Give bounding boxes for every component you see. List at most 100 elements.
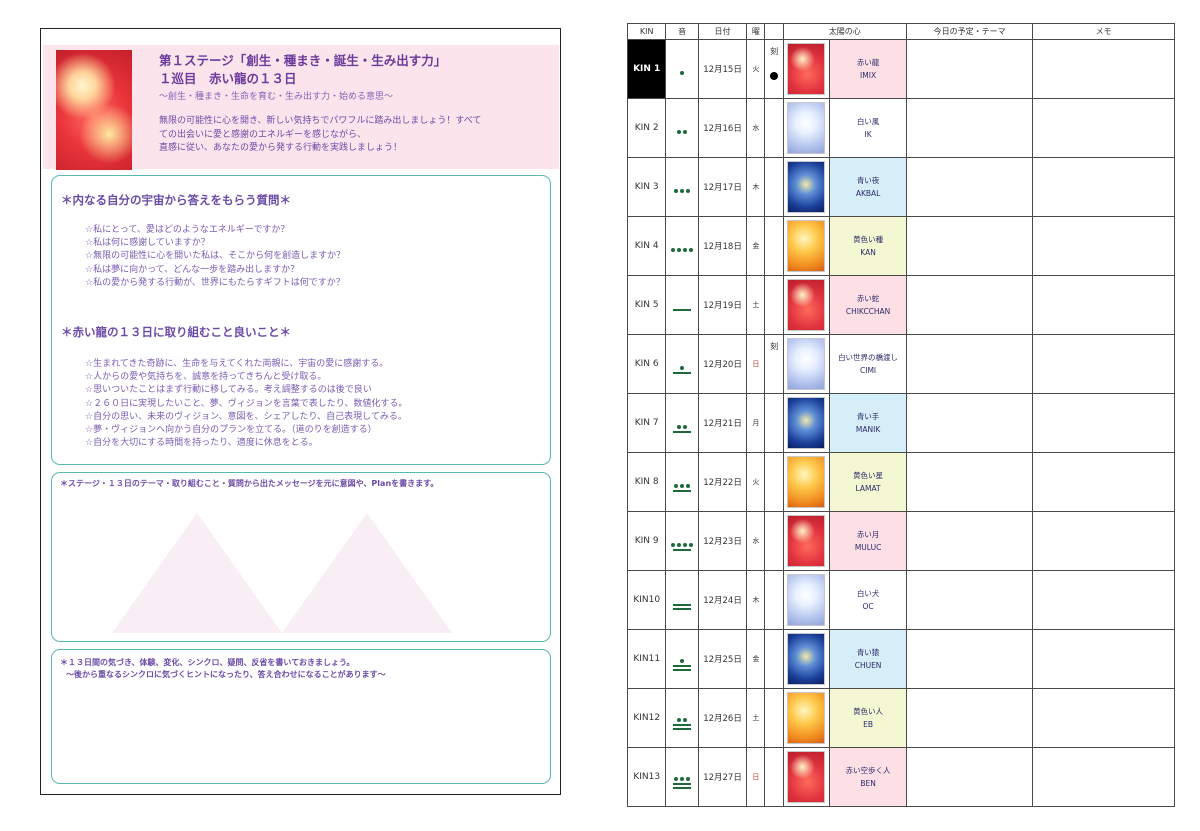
plan-cell[interactable]: [905, 334, 1034, 394]
plan-cell[interactable]: [905, 511, 1034, 571]
list-item: ☆無限の可能性に心を開いた私は、そこから何を創造しますか？: [85, 251, 346, 262]
card-cell: [782, 39, 831, 99]
calendar-row: KIN13 12月27日日 赤い空歩く人 BEN: [626, 747, 1175, 807]
memo-cell[interactable]: [1032, 334, 1175, 394]
memo-cell[interactable]: [1032, 511, 1175, 571]
reflection-box[interactable]: ＊１３日間の気づき、体験、変化、シンクロ、疑問、反省を書いておきましょう。 〜後…: [51, 649, 551, 784]
plan-cell[interactable]: [905, 452, 1034, 512]
reflection-subnote: 〜後から重なるシンクロに気づくヒントになったり、答え合わせになることがあります〜: [66, 670, 386, 679]
seal-cell: 黄色い人 EB: [829, 688, 907, 748]
card-cell: [782, 747, 831, 807]
plan-cell[interactable]: [905, 98, 1034, 158]
plan-cell[interactable]: [905, 39, 1034, 99]
seal-name-ja: 赤い蛇: [856, 294, 880, 303]
mark-cell: 刻: [764, 39, 784, 99]
seal-name-ja: 青い夜: [856, 176, 880, 185]
weekday-cell: 火: [746, 39, 766, 99]
list-item: ☆生まれてきた奇跡に、生命を与えてくれた両親に、宇宙の愛に感謝する。: [85, 359, 389, 369]
calendar-row: KIN 8 12月22日火 黄色い星 LAMAT: [626, 452, 1175, 512]
kin-cell: KIN 5: [626, 275, 667, 335]
memo-cell[interactable]: [1032, 393, 1175, 453]
tone-cell: [665, 393, 699, 453]
list-item: ☆思いついたことはまず行動に移してみる。考え調整するのは後で良い: [85, 385, 372, 396]
tone-glyph-icon: [673, 717, 692, 730]
questions-box: ＊内なる自分の宇宙から答えをもらう質問＊ ☆私にとって、愛はどのようなエネルギー…: [51, 175, 551, 465]
seal-name-en: KAN: [860, 248, 876, 257]
date-cell: 12月19日: [697, 275, 748, 335]
card-cell: [782, 157, 831, 217]
seal-cell: 青い夜 AKBAL: [829, 157, 907, 217]
calendar-row: KIN10 12月24日木 白い犬 OC: [626, 570, 1175, 630]
date-cell: 12月15日: [697, 39, 748, 99]
date-cell: 12月20日: [697, 334, 748, 394]
mark-label: 刻: [770, 342, 779, 351]
tone-cell: [665, 452, 699, 512]
memo-cell[interactable]: [1032, 39, 1175, 99]
kin-cell: KIN 6: [626, 334, 667, 394]
mark-cell: [764, 452, 784, 512]
plan-cell[interactable]: [905, 629, 1034, 689]
plan-cell[interactable]: [905, 275, 1034, 335]
memo-cell[interactable]: [1032, 98, 1175, 158]
memo-cell[interactable]: [1032, 629, 1175, 689]
reflection-note: ＊１３日間の気づき、体験、変化、シンクロ、疑問、反省を書いておきましょう。: [60, 658, 355, 667]
seal-card-image: [787, 751, 826, 803]
seal-card-image: [787, 515, 826, 567]
weekday-cell: 水: [746, 511, 766, 571]
memo-cell[interactable]: [1032, 570, 1175, 630]
plan-cell[interactable]: [905, 216, 1034, 276]
tone-glyph-icon: [673, 658, 692, 671]
header-sun-heart: 太陽の心: [782, 23, 907, 40]
seal-name-ja: 白い風: [856, 117, 880, 126]
memo-cell[interactable]: [1032, 452, 1175, 512]
seal-card-image: [787, 633, 826, 685]
plan-cell[interactable]: [905, 393, 1034, 453]
seal-name-ja: 赤い空歩く人: [845, 766, 891, 775]
seal-name-en: OC: [862, 602, 874, 611]
memo-cell[interactable]: [1032, 157, 1175, 217]
tone-glyph-icon: [680, 70, 685, 75]
new-moon-icon: [770, 72, 779, 80]
tone-glyph-icon: [677, 129, 688, 134]
plan-cell[interactable]: [905, 157, 1034, 217]
memo-cell[interactable]: [1032, 275, 1175, 335]
seal-card-image: [787, 43, 826, 95]
kin-cell: KIN 4: [626, 216, 667, 276]
kin-cell: KIN 1: [626, 39, 667, 99]
memo-cell[interactable]: [1032, 688, 1175, 748]
seal-cell: 赤い龍 IMIX: [829, 39, 907, 99]
seal-name-en: MANIK: [855, 425, 881, 434]
watermark-shape: [112, 513, 282, 633]
mark-cell: [764, 688, 784, 748]
calendar-row: KIN 7 12月21日月 青い手 MANIK: [626, 393, 1175, 453]
seal-name-en: CHUEN: [854, 661, 882, 670]
plan-cell[interactable]: [905, 688, 1034, 748]
date-cell: 12月22日: [697, 452, 748, 512]
list-item: ☆夢・ヴィジョンへ向かう自分のプランを立てる。（道のりを創造する）: [85, 425, 377, 436]
list-item: ☆私の愛から発する行動が、世界にもたらすギフトは何ですか？: [85, 277, 345, 288]
list-item: ☆自分の思い、未来のヴィジョン、意図を、シェアしたり、自己表現してみる。: [85, 411, 407, 422]
mark-cell: [764, 157, 784, 217]
seal-card-image: [787, 279, 826, 331]
date-cell: 12月17日: [697, 157, 748, 217]
card-cell: [782, 216, 831, 276]
mark-cell: [764, 570, 784, 630]
calendar-row: KIN12 12月26日土 黄色い人 EB: [626, 688, 1175, 748]
seal-name-ja: 黄色い星: [853, 471, 884, 480]
plan-cell[interactable]: [905, 570, 1034, 630]
intro-line: 直感に従い、あなたの愛から発する行動を実践しましょう！: [159, 143, 403, 153]
seal-name-en: LAMAT: [855, 484, 881, 493]
memo-cell[interactable]: [1032, 216, 1175, 276]
memo-cell[interactable]: [1032, 747, 1175, 807]
header-plan: 今日の予定・テーマ: [905, 23, 1034, 40]
mark-cell: [764, 747, 784, 807]
plan-cell[interactable]: [905, 747, 1034, 807]
list-item: ☆人からの愛や気持ちを、誠意を持ってきちんと受け取る。: [85, 372, 327, 383]
seal-card-image: [787, 456, 826, 508]
intention-box[interactable]: ＊ステージ・１３日のテーマ・取り組むこと・質問から出たメッセージを元に意図や、P…: [51, 472, 551, 642]
weekday-cell: 日: [746, 747, 766, 807]
seal-name-en: MULUC: [854, 543, 882, 552]
seal-name-ja: 黄色い種: [853, 235, 884, 244]
seal-cell: 赤い蛇 CHIKCCHAN: [829, 275, 907, 335]
weekday-cell: 火: [746, 452, 766, 512]
